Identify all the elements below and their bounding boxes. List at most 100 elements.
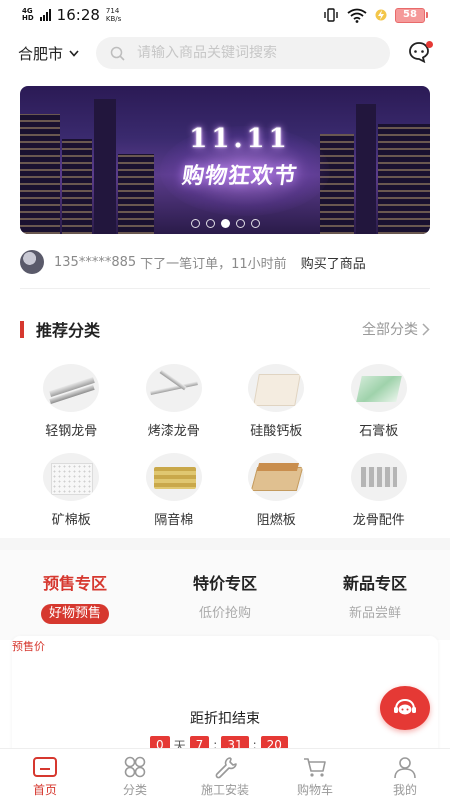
mineral-wool-board-icon [43,453,100,501]
category-grid: 轻钢龙骨 烤漆龙骨 硅酸钙板 石膏板 矿棉板 隔音棉 阻燃板 龙骨配件 [20,364,430,528]
zone-title: 特价专区 [192,574,257,593]
carousel-dot[interactable] [250,219,260,228]
city-selector[interactable]: 合肥市 [18,43,94,64]
category-label: 轻钢龙骨 [45,424,98,439]
bottom-tab-bar: 首页 分类 施工安装 购物车 我的 [0,748,450,800]
carousel-dots [20,219,430,228]
tab-cart[interactable]: 购物车 [270,749,360,800]
all-categories-link[interactable]: 全部分类 [362,319,430,339]
speed-unit: KB/s [105,15,122,23]
all-categories-label: 全部分类 [362,322,418,338]
tab-label: 分类 [122,783,147,797]
tab-category[interactable]: 分类 [90,749,180,800]
ticker-action: 下了一笔订单，11小时前 [140,256,287,272]
category-item-soundproof-cotton[interactable]: 隔音棉 [123,453,226,528]
banner-title-line1: 11.11 [189,124,291,154]
category-label: 石膏板 [359,424,399,439]
signal-icon [39,9,51,21]
countdown-title: 距折扣结束 [190,711,260,727]
avatar [20,250,44,274]
carousel-dot[interactable] [235,219,245,228]
chevron-right-icon [422,322,430,336]
gypsum-board-icon [350,364,407,412]
category-item-gypsum-board[interactable]: 石膏板 [328,364,431,439]
zone-title: 预售专区 [42,574,107,593]
category-item-painted-keel[interactable]: 烤漆龙骨 [123,364,226,439]
calcium-silicate-board-icon [248,364,305,412]
zone-subtitle: 好物预售 [40,604,109,624]
category-item-keel-accessories[interactable]: 龙骨配件 [328,453,431,528]
tab-label: 首页 [32,783,57,797]
customer-service-icon [394,698,416,715]
divider [20,288,430,289]
status-left: 4G HD 16:28 714 KB/s [22,6,121,24]
charging-icon [375,9,387,21]
category-item-fire-retardant-board[interactable]: 阻燃板 [225,453,328,528]
search-icon [110,46,125,61]
search-input[interactable] [137,45,357,61]
vibrate-icon [324,8,338,22]
zone-subtitle: 低价抢购 [198,606,251,621]
battery-level: 58 [395,7,425,23]
zone-subtitle: 新品尝鲜 [348,606,401,621]
customer-service-button[interactable] [380,686,430,730]
tab-mine[interactable]: 我的 [360,749,450,800]
network-speed: 714 KB/s [106,7,121,23]
category-label: 矿棉板 [51,513,91,528]
category-label: 龙骨配件 [352,513,405,528]
category-label: 隔音棉 [154,513,194,528]
section-accent-bar [20,320,24,338]
tab-installation[interactable]: 施工安装 [180,749,270,800]
message-button[interactable] [408,41,433,65]
network-label: 4G HD [22,8,34,22]
unread-dot [426,41,433,48]
keel-accessories-icon [350,453,407,501]
category-item-calcium-silicate-board[interactable]: 硅酸钙板 [225,364,328,439]
chevron-down-icon [69,49,79,57]
carousel-dot[interactable] [205,219,215,228]
tab-label: 施工安装 [200,783,249,797]
section-title: 推荐分类 [36,321,101,340]
category-item-light-steel-keel[interactable]: 轻钢龙骨 [20,364,123,439]
ticker-result: 购买了商品 [300,256,366,272]
category-label: 烤漆龙骨 [147,424,200,439]
light-steel-keel-icon [43,364,100,412]
category-item-mineral-wool-board[interactable]: 矿棉板 [20,453,123,528]
status-bar: 4G HD 16:28 714 KB/s 58 [0,0,450,30]
tab-label: 购物车 [296,783,333,797]
zone-new-products[interactable]: 新品专区 新品尝鲜 [300,550,450,640]
fire-retardant-board-icon [248,453,305,501]
cart-icon [304,758,326,777]
user-icon [394,757,416,779]
speed-value: 714 [105,7,120,15]
zone-special-price[interactable]: 特价专区 低价抢购 [150,550,300,640]
wrench-icon [215,757,237,779]
city-name: 合肥市 [18,44,64,63]
battery-icon: 58 [395,7,428,23]
wifi-icon [347,8,367,23]
section-gap [0,538,450,550]
banner-title-line2: 购物狂欢节 [180,163,300,189]
recommended-categories-header: 推荐分类 全部分类 [20,318,430,340]
status-right: 58 [323,7,428,23]
search-bar[interactable] [96,37,390,69]
tab-label: 我的 [392,783,417,797]
zone-title: 新品专区 [342,574,407,593]
soundproof-cotton-icon [145,453,202,501]
tab-home[interactable]: 首页 [0,749,90,800]
carousel-dot-active[interactable] [220,219,230,228]
home-icon [33,757,57,777]
painted-keel-icon [145,364,202,412]
carousel-dot[interactable] [190,219,200,228]
status-time: 16:28 [56,6,100,24]
zone-tabs: 预售专区 好物预售 特价专区 低价抢购 新品专区 新品尝鲜 [0,550,450,640]
category-label: 硅酸钙板 [250,424,303,439]
order-ticker: 135*****885 下了一笔订单，11小时前 购买了商品 [20,250,430,274]
network-hd: HD [22,14,34,22]
category-label: 阻燃板 [256,513,296,528]
category-icon [124,756,146,778]
banner-title: 11.11 购物狂欢节 [140,124,340,190]
zone-presale[interactable]: 预售专区 好物预售 [0,550,150,640]
presale-price-tag: 预售价 [12,640,45,653]
promo-banner[interactable]: 11.11 购物狂欢节 [20,86,430,234]
